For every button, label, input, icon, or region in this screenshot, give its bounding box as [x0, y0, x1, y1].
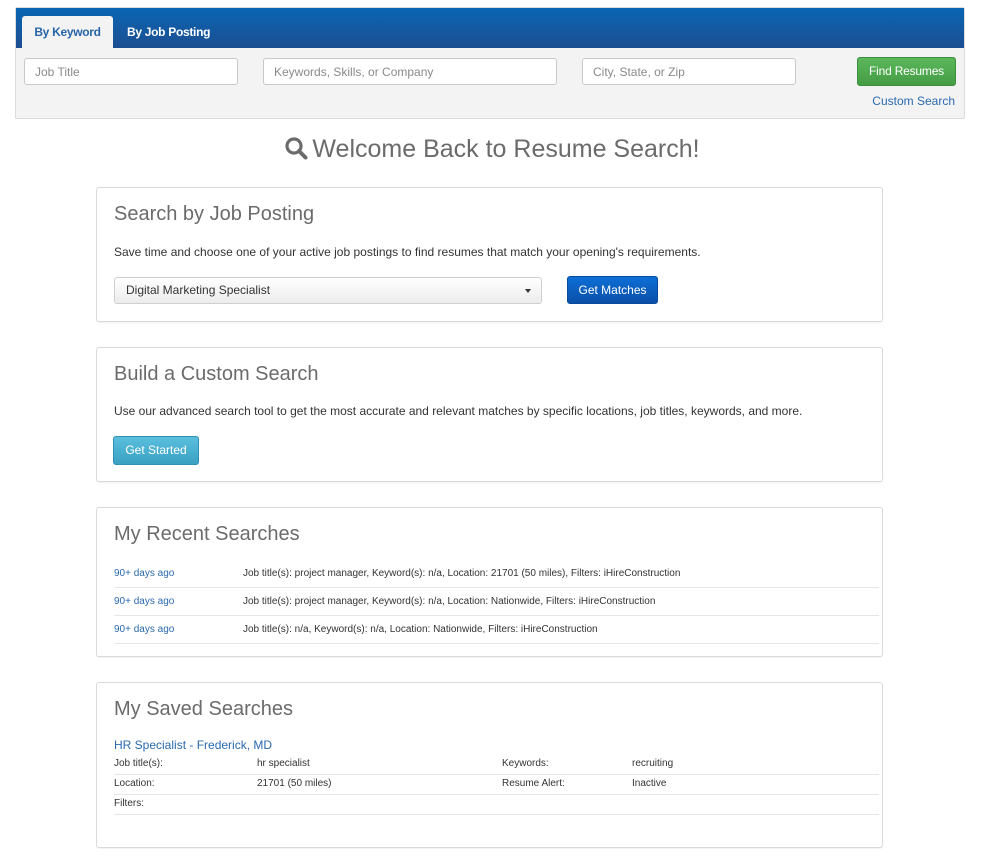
job-posting-panel: Search by Job Posting Save time and choo…	[96, 187, 883, 322]
find-resumes-button[interactable]: Find Resumes	[857, 57, 956, 86]
resume-alert-label: Resume Alert:	[502, 778, 565, 789]
recent-search-link[interactable]: 90+ days ago	[114, 622, 174, 638]
location-input[interactable]	[582, 58, 796, 85]
job-titles-value: hr specialist	[257, 758, 310, 769]
recent-search-link[interactable]: 90+ days ago	[114, 566, 174, 582]
welcome-text: Welcome Back to Resume Search!	[312, 135, 700, 163]
location-value: 21701 (50 miles)	[257, 778, 332, 789]
recent-searches-panel: My Recent Searches 90+ days ago Job titl…	[96, 507, 883, 657]
get-matches-button[interactable]: Get Matches	[567, 276, 658, 304]
recent-search-description: Job title(s): project manager, Keyword(s…	[243, 568, 681, 579]
tab-by-job-posting[interactable]: By Job Posting	[127, 16, 210, 48]
recent-search-row: 90+ days ago Job title(s): project manag…	[114, 588, 879, 616]
custom-search-link[interactable]: Custom Search	[872, 94, 955, 108]
job-posting-select[interactable]: Digital Marketing Specialist	[114, 277, 542, 304]
tab-by-keyword[interactable]: By Keyword	[22, 16, 113, 48]
custom-search-panel: Build a Custom Search Use our advanced s…	[96, 347, 883, 482]
recent-search-row: 90+ days ago Job title(s): project manag…	[114, 560, 879, 588]
search-bar: By Keyword By Job Posting Find Resumes C…	[15, 7, 965, 119]
recent-search-row: 90+ days ago Job title(s): n/a, Keyword(…	[114, 616, 879, 644]
job-posting-description: Save time and choose one of your active …	[114, 245, 701, 259]
location-label: Location:	[114, 778, 155, 789]
job-title-input[interactable]	[24, 58, 238, 85]
job-titles-label: Job title(s):	[114, 758, 163, 769]
resume-alert-value: Inactive	[632, 778, 667, 789]
keywords-value: recruiting	[632, 758, 674, 769]
recent-search-description: Job title(s): n/a, Keyword(s): n/a, Loca…	[243, 624, 598, 635]
saved-search-row: Job title(s): hr specialist Keywords: re…	[114, 755, 879, 775]
page-title: Welcome Back to Resume Search!	[0, 132, 984, 169]
custom-search-title: Build a Custom Search	[114, 363, 319, 385]
saved-searches-panel: My Saved Searches HR Specialist - Freder…	[96, 682, 883, 848]
saved-search-row: Filters:	[114, 795, 879, 815]
custom-search-description: Use our advanced search tool to get the …	[114, 404, 803, 418]
keywords-input[interactable]	[263, 58, 557, 85]
search-tabs: By Keyword By Job Posting	[16, 8, 964, 48]
chevron-down-icon	[525, 289, 531, 293]
recent-searches-title: My Recent Searches	[114, 523, 300, 545]
recent-search-description: Job title(s): project manager, Keyword(s…	[243, 596, 656, 607]
saved-search-link[interactable]: HR Specialist - Frederick, MD	[114, 738, 272, 752]
saved-search-row: Location: 21701 (50 miles) Resume Alert:…	[114, 775, 879, 795]
job-posting-selected: Digital Marketing Specialist	[126, 283, 271, 297]
saved-searches-title: My Saved Searches	[114, 698, 293, 720]
search-icon	[284, 135, 308, 169]
job-posting-title: Search by Job Posting	[114, 203, 315, 225]
keywords-label: Keywords:	[502, 758, 549, 769]
get-started-button[interactable]: Get Started	[113, 436, 199, 465]
recent-search-link[interactable]: 90+ days ago	[114, 594, 174, 610]
filters-label: Filters:	[114, 798, 144, 809]
